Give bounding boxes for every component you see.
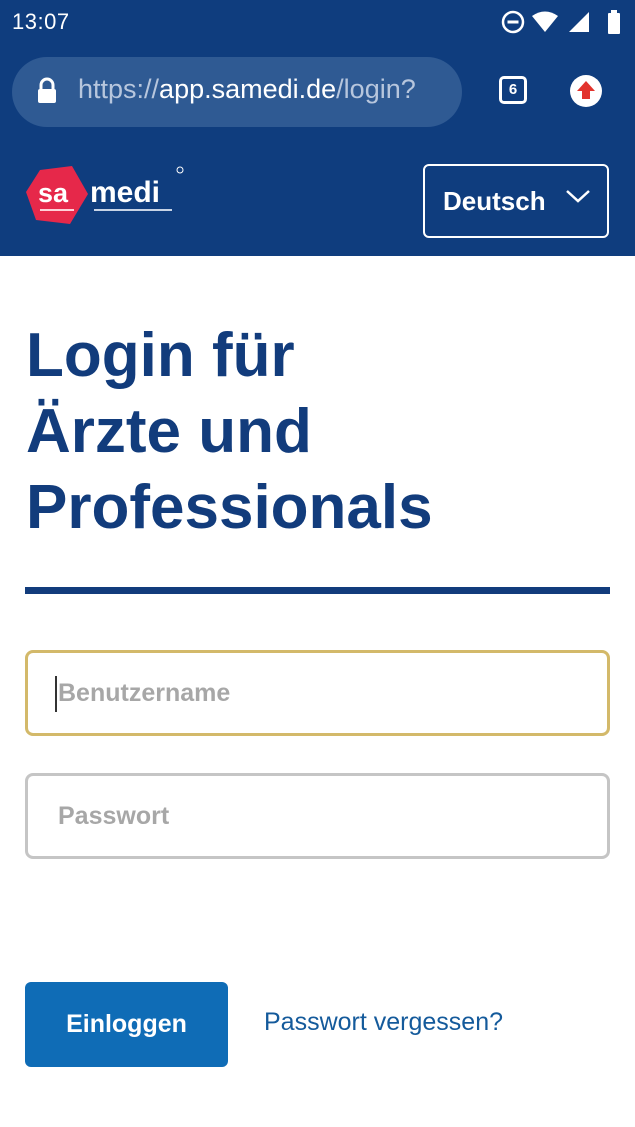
- tab-switcher-button[interactable]: 6: [499, 76, 527, 104]
- status-bar: 13:07: [0, 0, 635, 46]
- url-text: https://app.samedi.de/login?: [78, 74, 416, 105]
- url-host: app.samedi.de: [159, 74, 337, 104]
- title-line-2: Ärzte und: [26, 397, 312, 466]
- url-bar[interactable]: https://app.samedi.de/login?: [12, 57, 462, 127]
- divider: [25, 587, 610, 594]
- update-icon[interactable]: [569, 74, 603, 108]
- url-path: /login?: [336, 74, 416, 104]
- language-label: Deutsch: [443, 186, 546, 216]
- app-header: sa medi Deutsch: [0, 140, 635, 256]
- battery-icon: [608, 10, 620, 34]
- signal-icon: [569, 12, 589, 32]
- password-input[interactable]: [25, 773, 610, 859]
- lock-icon: [38, 77, 56, 103]
- wifi-icon: [532, 11, 558, 32]
- login-button[interactable]: Einloggen: [25, 982, 228, 1067]
- samedi-logo[interactable]: sa medi: [26, 164, 191, 228]
- forgot-password-link[interactable]: Passwort vergessen?: [264, 1008, 503, 1037]
- chevron-down-icon: [566, 190, 590, 203]
- svg-text:medi: medi: [90, 176, 160, 209]
- title-line-3: Professionals: [26, 473, 433, 542]
- language-select[interactable]: Deutsch: [423, 164, 609, 238]
- title-line-1: Login für: [26, 321, 295, 390]
- svg-text:sa: sa: [38, 178, 69, 208]
- page-title: Login für Ärzte und Professionals: [26, 318, 616, 546]
- url-scheme: https://: [78, 74, 160, 104]
- browser-toolbar: https://app.samedi.de/login? 6: [0, 46, 635, 140]
- do-not-disturb-icon: [501, 10, 525, 34]
- username-input[interactable]: [25, 650, 610, 736]
- text-cursor: [55, 676, 57, 712]
- status-time: 13:07: [12, 9, 70, 34]
